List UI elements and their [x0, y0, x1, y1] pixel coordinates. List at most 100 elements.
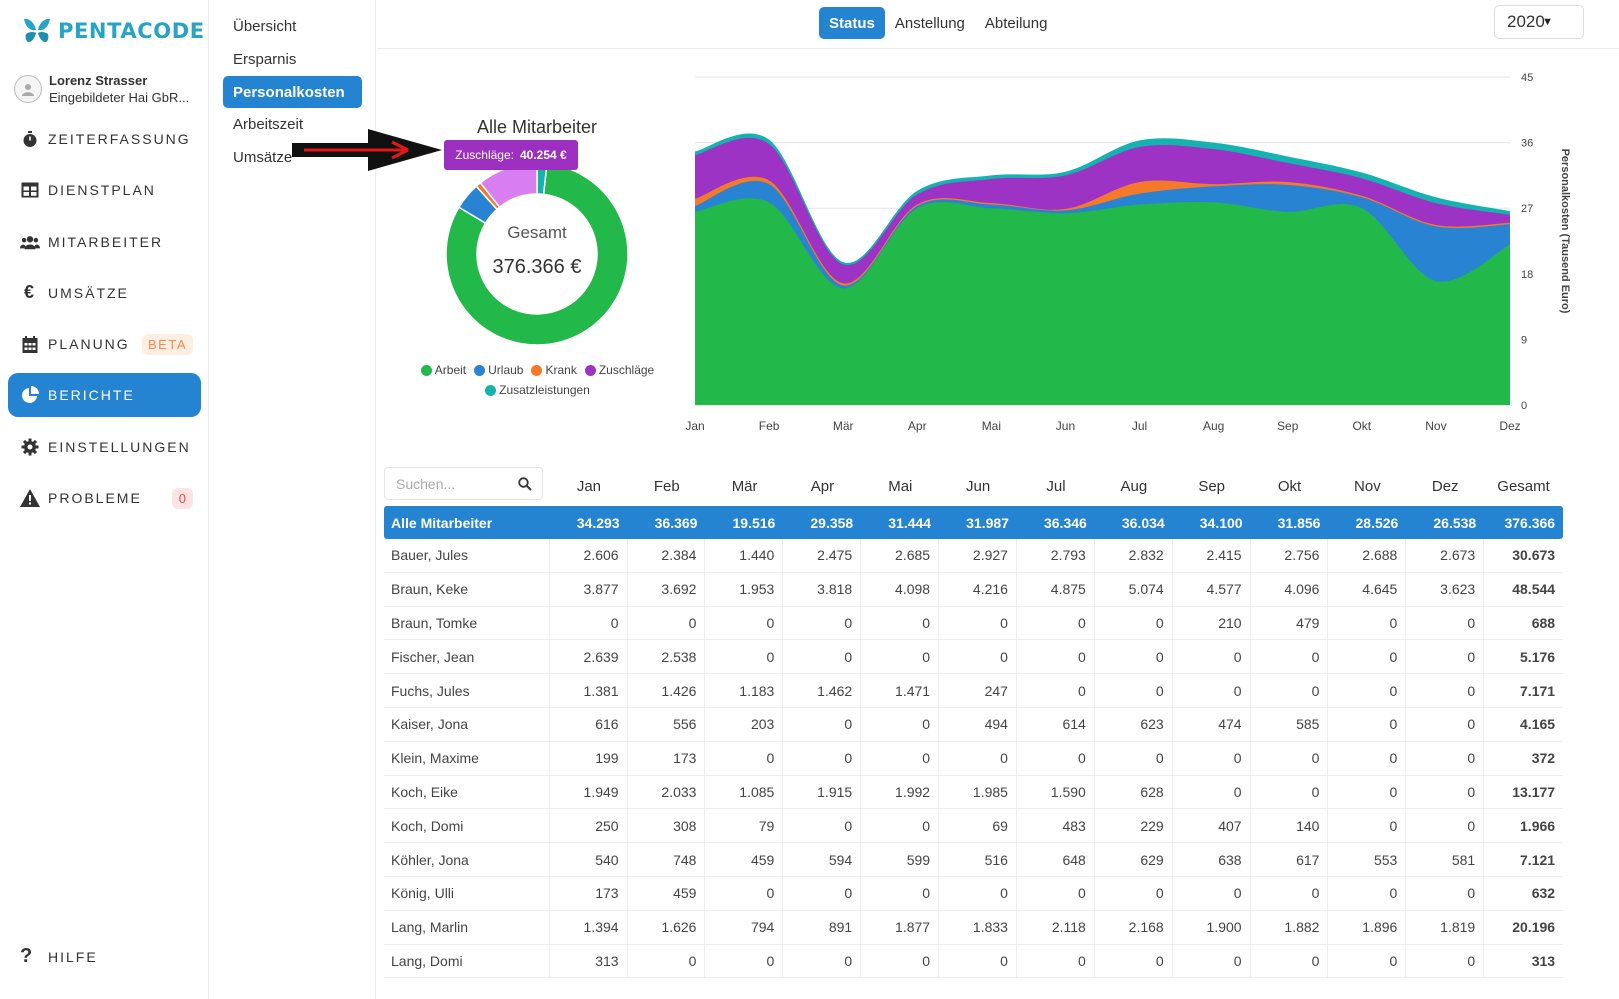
cell-total: 372 — [1531, 750, 1556, 767]
legend-label: Zusatzleistungen — [499, 383, 590, 397]
table-row[interactable]: König, Ulli 173 459 0 0 0 0 0 0 0 0 0 0 632 — [384, 876, 1563, 911]
cell-value: 1.900 — [1173, 910, 1251, 944]
employee-name: Koch, Eike — [384, 775, 550, 809]
column-header-gesamt[interactable]: Gesamt — [1484, 478, 1563, 495]
nav-item-einstellungen[interactable]: EINSTELLUNGEN — [8, 425, 201, 469]
legend-dot — [485, 384, 497, 396]
column-header-jun[interactable]: Jun — [939, 478, 1017, 495]
legend-item-arbeit[interactable]: Arbeit — [420, 363, 467, 377]
tab-abteilung[interactable]: Abteilung — [975, 7, 1058, 39]
column-header-aug[interactable]: Aug — [1095, 478, 1173, 495]
cell-value: 0 — [1406, 876, 1485, 910]
table-row[interactable]: Fuchs, Jules 1.381 1.426 1.183 1.462 1.471 247… — [384, 674, 1563, 708]
column-header-okt[interactable]: Okt — [1251, 478, 1329, 495]
column-header-feb[interactable]: Feb — [628, 478, 706, 495]
cell-value: 4.875 — [1017, 572, 1095, 606]
donut-title: Alle Mitarbeiter — [476, 117, 598, 137]
search-icon — [518, 477, 532, 491]
column-header-nov[interactable]: Nov — [1328, 478, 1406, 495]
subnav-item-uebersicht[interactable]: Übersicht — [223, 10, 362, 42]
search-box[interactable]: Suchen... — [384, 467, 543, 500]
legend-item-krank[interactable]: Krank — [531, 363, 577, 377]
cell-value: 2.639 — [550, 640, 628, 674]
employee-name: Braun, Keke — [384, 572, 550, 606]
cell-value: 1.590 — [1017, 775, 1095, 809]
cell-value: 0 — [1017, 640, 1095, 674]
tab-status[interactable]: Status — [819, 7, 885, 39]
cell-value: 0 — [1251, 876, 1329, 910]
cell-value: 4.216 — [939, 572, 1017, 606]
cell-value: 407 — [1173, 809, 1251, 843]
legend-label: Arbeit — [434, 363, 467, 377]
nav-item-planung[interactable]: PLANUNG BETA — [8, 322, 201, 366]
cell-value: 0 — [783, 876, 862, 910]
cell-value: 4.098 — [861, 572, 940, 606]
cell-total: 48.544 — [1512, 581, 1556, 598]
nav-item-zeiterfassung[interactable]: ZEITERFASSUNG — [8, 117, 201, 161]
cell-value: 638 — [1173, 843, 1251, 876]
cell-value: 29.358 — [810, 514, 854, 531]
table-row[interactable]: Kaiser, Jona 616 556 203 0 0 494 614 623 474 585 0 0… — [384, 707, 1563, 742]
cell-value: 0 — [783, 741, 862, 775]
column-header-jan[interactable]: Jan — [550, 478, 628, 495]
cell-value: 0 — [1173, 944, 1251, 978]
column-header-dez[interactable]: Dez — [1406, 478, 1484, 495]
table-row[interactable]: Braun, Tomke 0 0 0 0 0 0 0 0 210 479 0 0 688 — [384, 606, 1563, 641]
table-row[interactable]: Lang, Domi 313 0 0 0 0 0 0 0 0 0 0 0 313 — [384, 944, 1563, 979]
cell-value: 594 — [783, 843, 862, 876]
cell-total: 7.121 — [1520, 851, 1556, 868]
year-select[interactable]: 2020 ▼ — [1494, 5, 1584, 39]
cell-total: 313 — [1531, 952, 1556, 969]
user-profile[interactable]: Lorenz Strasser Eingebildeter Hai GbR... — [14, 72, 189, 106]
users-icon — [20, 232, 40, 252]
column-header-mär[interactable]: Mär — [706, 478, 784, 495]
table-row[interactable]: Koch, Domi 250 308 79 0 0 69 483 229 407 140 0 0 1.96… — [384, 809, 1563, 844]
dropdown-arrow-icon: ▼ — [1542, 16, 1553, 28]
cell-value: 483 — [1017, 809, 1095, 843]
column-header-mai[interactable]: Mai — [861, 478, 939, 495]
table-row[interactable]: Fischer, Jean 2.639 2.538 0 0 0 0 0 0 0 0 0 0 5.176 — [384, 640, 1563, 675]
table-row[interactable]: Klein, Maxime 199 173 0 0 0 0 0 0 0 0 0 0 372 — [384, 741, 1563, 776]
table-row[interactable]: Köhler, Jona 540 748 459 594 599 516 648 629 638 6… — [384, 843, 1563, 877]
cell-value: 0 — [783, 640, 862, 674]
cell-value: 0 — [550, 606, 628, 640]
x-tick-label: Nov — [1425, 419, 1446, 433]
column-header-apr[interactable]: Apr — [784, 478, 862, 495]
nav-item-umsaetze[interactable]: € UMSÄTZE — [8, 271, 201, 315]
cell-value: 0 — [1328, 674, 1407, 707]
nav-item-probleme[interactable]: PROBLEME 0 — [8, 476, 201, 520]
cell-value: 0 — [1406, 640, 1485, 674]
question-icon: ? — [20, 945, 35, 967]
cell-value: 0 — [1095, 606, 1173, 640]
table-total-row[interactable]: Alle Mitarbeiter 34.293 36.369 19.516 29.358… — [384, 506, 1563, 539]
table-row[interactable]: Koch, Eike 1.949 2.033 1.085 1.915 1.992 1.985… — [384, 775, 1563, 810]
subnav-item-personalkosten[interactable]: Personalkosten — [223, 76, 362, 108]
x-tick-label: Jun — [1056, 419, 1075, 433]
column-header-jul[interactable]: Jul — [1017, 478, 1095, 495]
subnav-item-ersparnis[interactable]: Ersparnis — [223, 43, 362, 75]
cell-value: 0 — [861, 741, 940, 775]
cell-value: 1.896 — [1328, 910, 1407, 944]
cell-value: 0 — [783, 707, 862, 741]
cell-value: 203 — [705, 707, 784, 741]
tab-anstellung[interactable]: Anstellung — [885, 7, 975, 39]
x-tick-label: Apr — [908, 419, 927, 433]
help-link[interactable]: ? HILFE — [20, 945, 98, 968]
nav-item-berichte[interactable]: BERICHTE — [8, 373, 201, 418]
legend-item-urlaub[interactable]: Urlaub — [474, 363, 523, 377]
nav-item-mitarbeiter[interactable]: MITARBEITER — [8, 220, 201, 264]
employee-name: Fuchs, Jules — [384, 674, 550, 707]
nav-item-dienstplan[interactable]: DIENSTPLAN — [8, 168, 201, 212]
column-header-sep[interactable]: Sep — [1173, 478, 1251, 495]
table-row[interactable]: Lang, Marlin 1.394 1.626 794 891 1.877 1.833 2.… — [384, 910, 1563, 945]
table-row[interactable]: Bauer, Jules 2.606 2.384 1.440 2.475 2.685 2.9… — [384, 539, 1563, 573]
search-input[interactable]: Suchen... — [396, 476, 455, 492]
legend-label: Zuschläge — [598, 363, 655, 377]
cell-value: 2.475 — [783, 539, 862, 572]
employee-name: Lang, Domi — [384, 944, 550, 978]
table-row[interactable]: Braun, Keke 3.877 3.692 1.953 3.818 4.098 4.21… — [384, 572, 1563, 607]
legend-item-zuschlaege[interactable]: Zuschläge — [584, 363, 655, 377]
legend-item-zusatzleistungen[interactable]: Zusatzleistungen — [485, 383, 590, 397]
pentacode-logo[interactable]: PENTACODE — [22, 16, 205, 46]
cell-value: 2.832 — [1095, 539, 1173, 572]
